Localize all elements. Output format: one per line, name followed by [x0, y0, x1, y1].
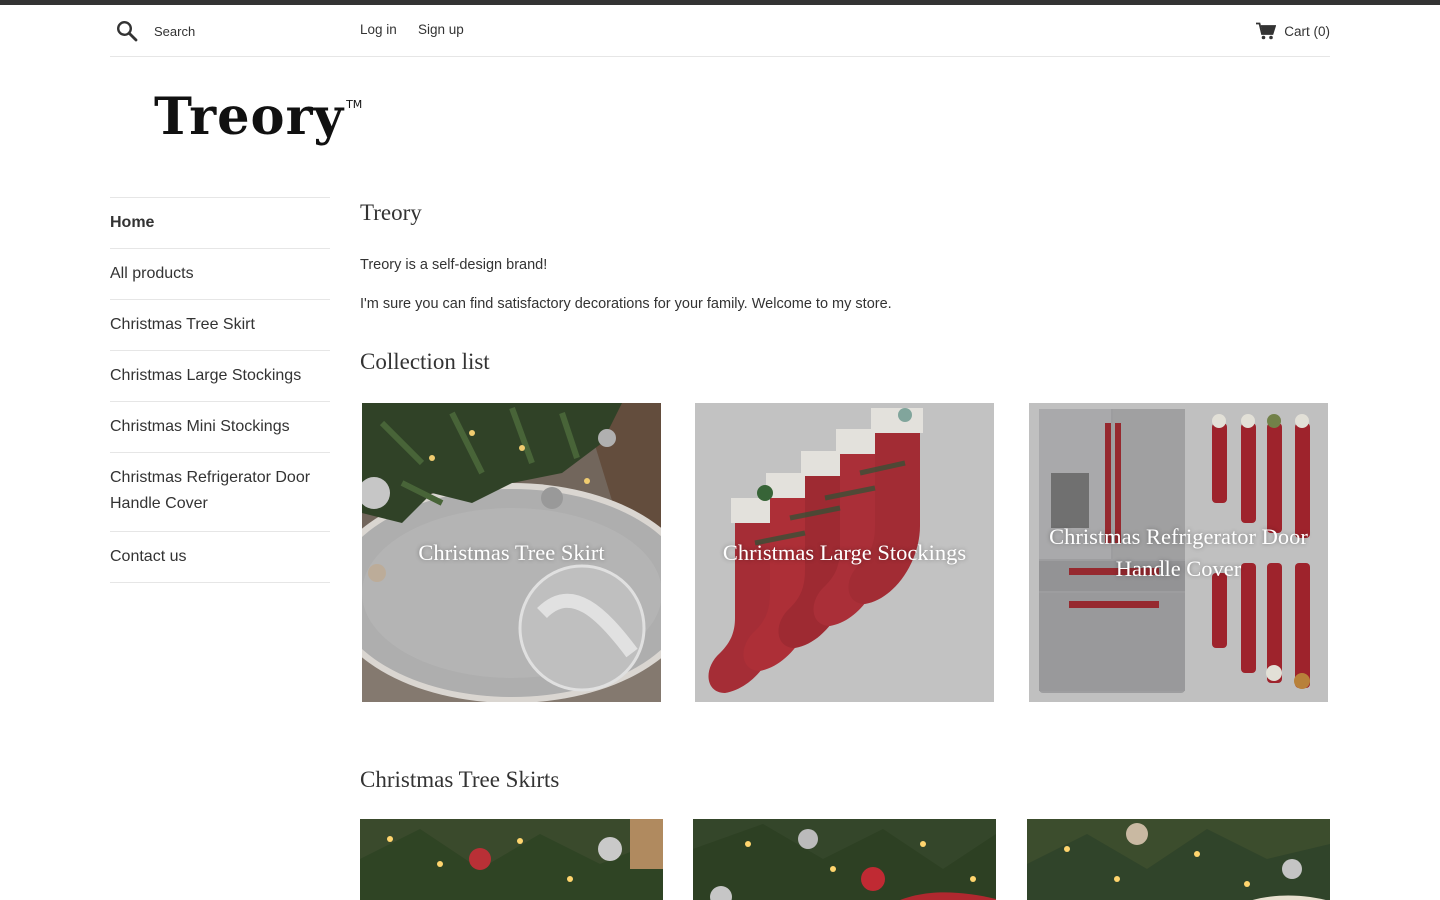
- product-image: [1027, 819, 1330, 900]
- intro-text-2: I'm sure you can find satisfactory decor…: [360, 296, 892, 312]
- collection-card-large-stockings[interactable]: Christmas Large Stockings: [695, 403, 994, 702]
- sidebar-nav: Home All products Christmas Tree Skirt C…: [110, 197, 330, 583]
- collection-label: Christmas Tree Skirt: [418, 539, 605, 565]
- collection-card-tree-skirt[interactable]: Christmas Tree Skirt: [362, 403, 661, 702]
- page-title: Treory: [360, 200, 422, 225]
- sidebar-item-christmas-large-stockings[interactable]: Christmas Large Stockings: [110, 351, 330, 402]
- tree-skirts-heading: Christmas Tree Skirts: [360, 767, 560, 792]
- search-icon[interactable]: [116, 20, 138, 42]
- sidebar-item-refrigerator-handle-cover[interactable]: Christmas Refrigerator Door Handle Cover: [110, 453, 330, 532]
- sidebar-item-contact-us[interactable]: Contact us: [110, 532, 330, 583]
- product-card[interactable]: [1027, 819, 1330, 900]
- product-card[interactable]: [360, 819, 663, 900]
- login-link[interactable]: Log in: [360, 22, 397, 37]
- intro-text-1: Treory is a self-design brand!: [360, 257, 548, 273]
- collection-card-refrigerator-handle-cover[interactable]: Christmas Refrigerator Door Handle Cover: [1029, 403, 1328, 702]
- product-card[interactable]: [693, 819, 996, 900]
- product-image: [693, 819, 996, 900]
- brand-logo[interactable]: Treory TM: [154, 92, 362, 156]
- signup-link[interactable]: Sign up: [418, 22, 464, 37]
- collection-label: Christmas Refrigerator Door Handle Cover: [1049, 523, 1308, 581]
- search-input[interactable]: [154, 19, 344, 43]
- site-header: Log in Sign up Cart (0): [110, 5, 1330, 57]
- sidebar-item-christmas-mini-stockings[interactable]: Christmas Mini Stockings: [110, 402, 330, 453]
- sidebar-item-all-products[interactable]: All products: [110, 249, 330, 300]
- cart-link[interactable]: Cart (0): [1256, 20, 1330, 42]
- cart-label: Cart (0): [1284, 23, 1330, 39]
- logo-trademark: TM: [346, 98, 363, 111]
- sidebar-item-home[interactable]: Home: [110, 198, 330, 249]
- collection-list-heading: Collection list: [360, 349, 490, 374]
- logo-text: Treory: [154, 87, 345, 147]
- product-image: [360, 819, 663, 900]
- collection-label: Christmas Large Stockings: [722, 539, 967, 565]
- cart-icon: [1256, 22, 1277, 40]
- sidebar-item-christmas-tree-skirt[interactable]: Christmas Tree Skirt: [110, 300, 330, 351]
